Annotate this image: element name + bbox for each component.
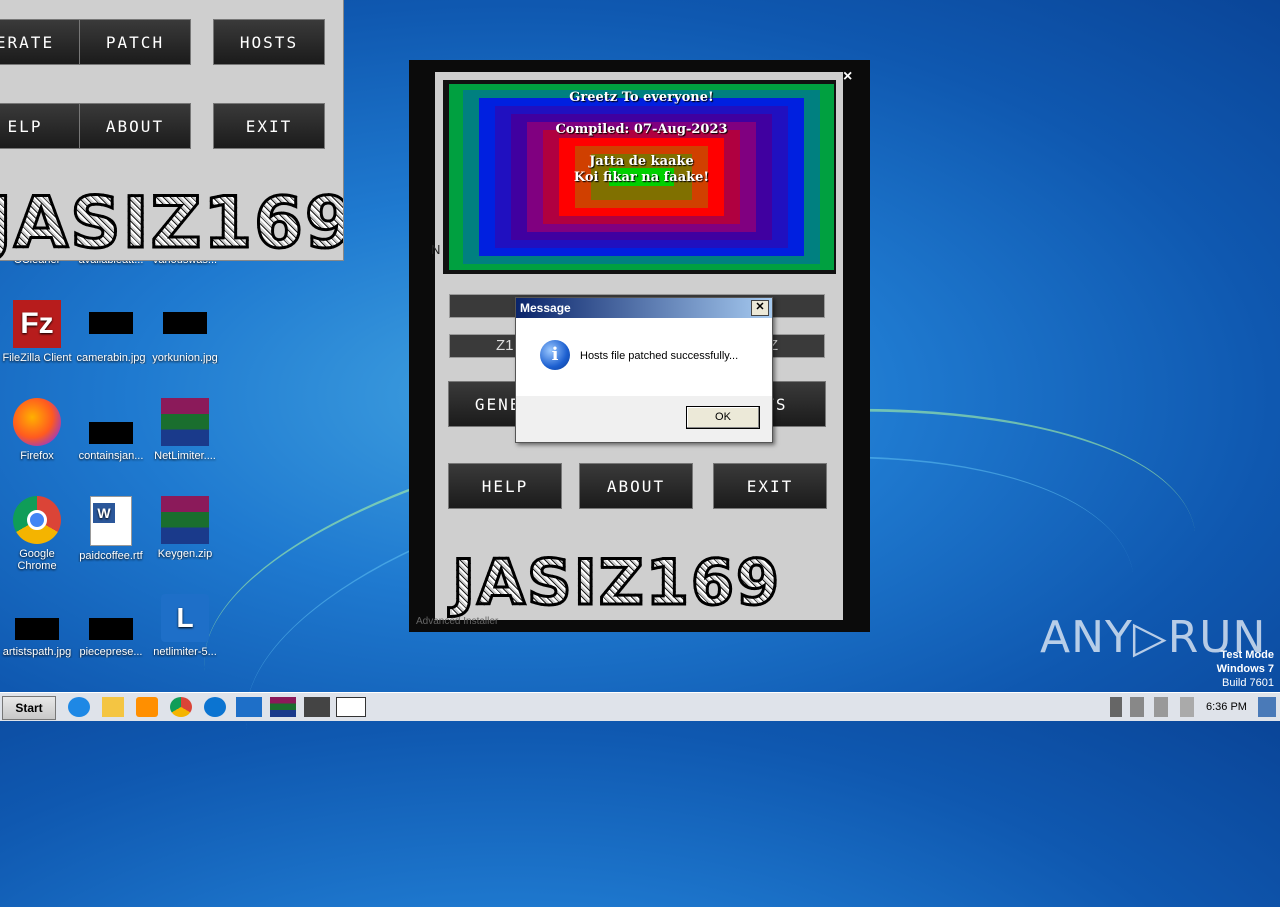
- message-dialog: Message ✕ i Hosts file patched successfu…: [515, 297, 773, 443]
- chrome-icon: [13, 496, 61, 544]
- image-file-icon: [161, 300, 209, 348]
- ok-button[interactable]: OK: [686, 406, 760, 429]
- taskbar: Start 6:36 PM: [0, 692, 1280, 721]
- generate-button[interactable]: ERATE: [0, 20, 80, 64]
- info-icon: i: [540, 340, 570, 370]
- winrar-taskbar-icon[interactable]: [270, 697, 296, 717]
- netlimiter-icon: L: [161, 594, 209, 642]
- netlimiter-taskbar-icon[interactable]: [236, 697, 262, 717]
- desktop-icon-containsjan[interactable]: containsjan...: [74, 398, 148, 462]
- dialog-body: i Hosts file patched successfully...: [516, 318, 772, 396]
- winrar-archive-icon: [161, 496, 209, 544]
- desktop-icon-paidcoffee[interactable]: W paidcoffee.rtf: [74, 496, 148, 562]
- filezilla-icon: Fz: [13, 300, 61, 348]
- ticker-line-4: Koi fikar na faake!: [573, 170, 710, 185]
- keygen-taskbar-icon[interactable]: [304, 697, 330, 717]
- desktop-icon-pieceprese[interactable]: pieceprese...: [74, 594, 148, 658]
- about-button[interactable]: ABOUT: [80, 104, 190, 148]
- desktop-icon-filezilla[interactable]: Fz FileZilla Client: [0, 300, 74, 364]
- explorer-icon[interactable]: [102, 697, 124, 717]
- clock[interactable]: 6:36 PM: [1206, 701, 1247, 713]
- desktop-icon-netlimiter-setup[interactable]: L netlimiter-5...: [148, 594, 222, 658]
- keygen-window-background: ERATE PATCH HOSTS ELP ABOUT EXIT JASIZ16…: [0, 0, 344, 261]
- volume-icon[interactable]: [1130, 697, 1144, 717]
- desktop-icon-yorkunion[interactable]: yorkunion.jpg: [148, 300, 222, 364]
- image-file-icon: [87, 398, 135, 446]
- hosts-button[interactable]: HOSTS: [214, 20, 324, 64]
- start-button[interactable]: Start: [2, 696, 56, 720]
- ticker-line-1: Greetz To everyone!: [569, 90, 714, 105]
- desktop-icon-camerabin[interactable]: camerabin.jpg: [74, 300, 148, 364]
- show-desktop-icon[interactable]: [1258, 697, 1276, 717]
- ticker-line-3: Jatta de kaake: [589, 154, 694, 169]
- winrar-archive-icon: [161, 398, 209, 446]
- exit-button[interactable]: EXIT: [214, 104, 324, 148]
- exit-button[interactable]: EXIT: [714, 464, 826, 508]
- dialog-message: Hosts file patched successfully...: [580, 350, 739, 362]
- desktop-icon-artistspath[interactable]: artistspath.jpg: [0, 594, 74, 658]
- dialog-close-button[interactable]: ✕: [751, 300, 769, 316]
- ticker-line-2: Compiled: 07-Aug-2023: [555, 122, 728, 137]
- close-button[interactable]: ×: [843, 68, 852, 86]
- installer-footer: Advanced Installer: [416, 616, 499, 627]
- media-player-icon[interactable]: [136, 697, 158, 717]
- desktop-icon-netlimiter-zip[interactable]: NetLimiter....: [148, 398, 222, 462]
- image-file-icon: [87, 300, 135, 348]
- dialog-titlebar: Message ✕: [516, 298, 772, 318]
- desktop-icon-firefox[interactable]: Firefox: [0, 398, 74, 462]
- keygen-logo: JASIZ169: [450, 545, 782, 621]
- desktop-icon-chrome[interactable]: Google Chrome: [0, 496, 74, 572]
- side-letter: N: [431, 242, 441, 257]
- network-icon[interactable]: [1154, 697, 1168, 717]
- help-button[interactable]: ELP: [0, 104, 80, 148]
- firefox-icon: [13, 398, 61, 446]
- keygen-active-taskbar-icon[interactable]: [336, 697, 366, 717]
- dialog-title: Message: [520, 301, 571, 315]
- patch-button[interactable]: PATCH: [80, 20, 190, 64]
- image-file-icon: [87, 594, 135, 642]
- help-button[interactable]: HELP: [449, 464, 561, 508]
- edge-icon[interactable]: [204, 697, 226, 717]
- about-button[interactable]: ABOUT: [580, 464, 692, 508]
- tray-expand-icon[interactable]: [1110, 697, 1122, 717]
- scroller-display: Greetz To everyone! Compiled: 07-Aug-202…: [449, 84, 834, 270]
- test-mode-label: Test Mode Windows 7 Build 7601: [1216, 649, 1274, 689]
- word-document-icon: W: [90, 496, 132, 546]
- flag-icon[interactable]: [1180, 697, 1194, 717]
- image-file-icon: [13, 594, 61, 642]
- desktop-icon-keygen-zip[interactable]: Keygen.zip: [148, 496, 222, 560]
- chrome-taskbar-icon[interactable]: [170, 697, 192, 717]
- keygen-logo: JASIZ169: [0, 181, 343, 261]
- ie-icon[interactable]: [68, 697, 90, 717]
